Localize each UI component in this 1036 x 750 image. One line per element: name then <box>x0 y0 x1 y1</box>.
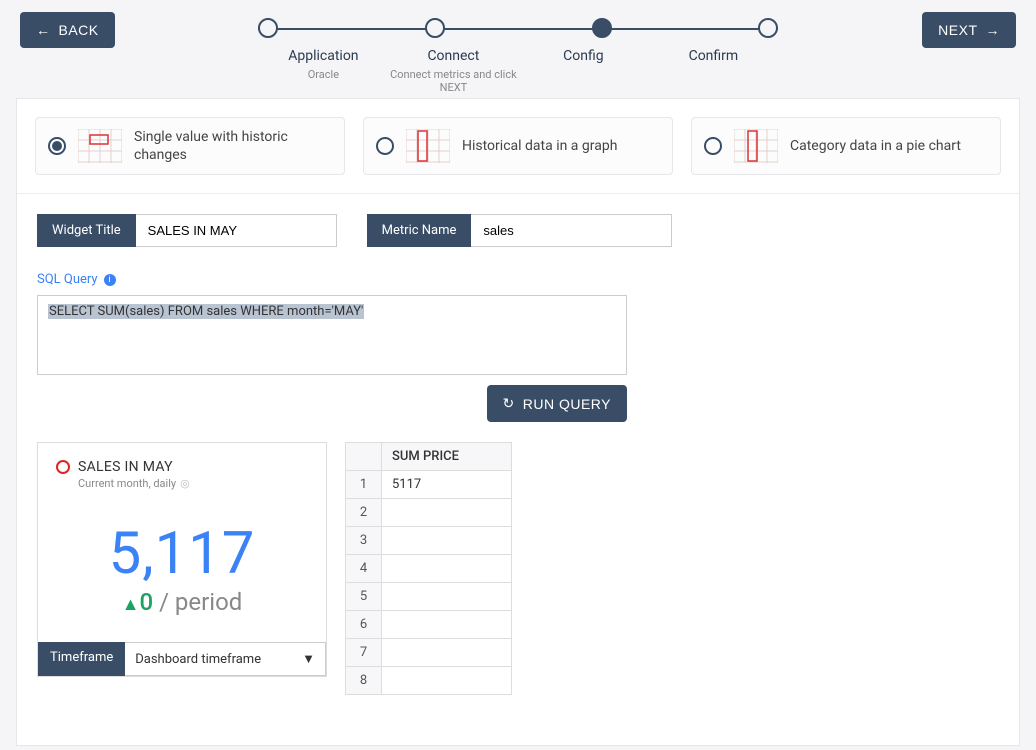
step-label: Confirm <box>648 48 778 64</box>
table-row: 15117 <box>346 471 512 499</box>
main-panel: Single value with historic changes Histo… <box>16 98 1020 746</box>
step-label: Config <box>518 48 648 64</box>
timeframe-select[interactable]: Dashboard timeframe ▼ <box>125 642 326 676</box>
step-node-config[interactable] <box>592 18 612 38</box>
table-row: 2 <box>346 499 512 527</box>
chart-type-single-value[interactable]: Single value with historic changes <box>35 117 345 175</box>
timeframe-label: Timeframe <box>38 642 125 676</box>
timeframe-value: Dashboard timeframe <box>135 652 261 667</box>
preview-subtitle: Current month, daily <box>78 477 176 490</box>
up-triangle-icon: ▲ <box>122 594 140 615</box>
arrow-left-icon: ← <box>36 22 51 38</box>
single-value-icon <box>78 129 122 163</box>
oracle-icon <box>56 460 70 474</box>
results-header: SUM PRICE <box>382 443 512 471</box>
chart-type-label: Historical data in a graph <box>462 137 617 155</box>
widget-title-input[interactable] <box>136 214 337 247</box>
sql-query-text: SELECT SUM(sales) FROM sales WHERE month… <box>48 304 364 319</box>
refresh-icon: ↻ <box>503 395 515 412</box>
step-sublabel <box>648 68 778 94</box>
arrow-right-icon: → <box>986 22 1001 38</box>
step-label: Application <box>258 48 388 64</box>
metric-name-label: Metric Name <box>367 214 472 247</box>
table-row: 3 <box>346 527 512 555</box>
sql-query-label: SQL Query i <box>37 272 116 287</box>
step-sublabel <box>518 68 648 94</box>
step-node-application[interactable] <box>258 18 278 38</box>
pie-chart-icon <box>734 129 778 163</box>
step-label: Connect <box>388 48 518 64</box>
info-icon[interactable]: i <box>104 274 116 286</box>
table-row: 7 <box>346 639 512 667</box>
metric-name-input[interactable] <box>471 214 672 247</box>
historical-graph-icon <box>406 129 450 163</box>
widget-preview: SALES IN MAY Current month, daily ◎ 5,11… <box>37 442 327 677</box>
preview-delta: ▲0 / period <box>56 588 308 616</box>
chart-type-pie[interactable]: Category data in a pie chart <box>691 117 1001 175</box>
results-table: SUM PRICE 15117 2 3 4 5 6 7 8 <box>345 442 512 695</box>
table-row: 8 <box>346 667 512 695</box>
chart-type-historical-graph[interactable]: Historical data in a graph <box>363 117 673 175</box>
preview-title: SALES IN MAY <box>78 459 173 475</box>
chart-type-label: Category data in a pie chart <box>790 137 961 155</box>
chevron-down-icon: ▼ <box>302 651 315 667</box>
target-icon: ◎ <box>180 477 190 490</box>
preview-value: 5,117 <box>56 520 308 588</box>
back-button[interactable]: ← BACK <box>20 12 115 48</box>
run-query-label: RUN QUERY <box>523 396 611 412</box>
chart-type-label: Single value with historic changes <box>134 128 332 164</box>
step-sublabel: Connect metrics and click NEXT <box>388 68 518 94</box>
table-row: 6 <box>346 611 512 639</box>
step-node-connect[interactable] <box>425 18 445 38</box>
back-label: BACK <box>59 22 99 38</box>
next-button[interactable]: NEXT → <box>922 12 1016 48</box>
table-corner <box>346 443 382 471</box>
table-row: 5 <box>346 583 512 611</box>
widget-title-label: Widget Title <box>37 214 136 247</box>
step-sublabel: Oracle <box>258 68 388 94</box>
radio-icon <box>48 137 66 155</box>
run-query-button[interactable]: ↻ RUN QUERY <box>487 385 628 422</box>
next-label: NEXT <box>938 22 977 38</box>
table-row: 4 <box>346 555 512 583</box>
radio-icon <box>376 137 394 155</box>
step-node-confirm[interactable] <box>758 18 778 38</box>
sql-query-input[interactable]: SELECT SUM(sales) FROM sales WHERE month… <box>37 295 627 375</box>
radio-icon <box>704 137 722 155</box>
stepper: Application Connect Config Confirm Oracl… <box>115 12 923 94</box>
